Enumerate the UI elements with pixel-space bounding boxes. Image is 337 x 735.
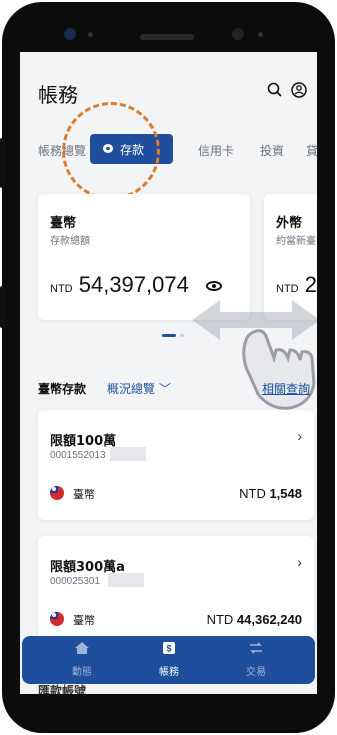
profile-icon[interactable] <box>290 81 308 99</box>
nav-transactions[interactable]: 交易 <box>226 642 286 678</box>
eye-icon[interactable] <box>206 281 222 291</box>
highlight-circle <box>62 102 160 200</box>
balance-currency: NTD <box>206 612 234 627</box>
chevron-down-icon: ﹀ <box>158 382 171 396</box>
tab-investment[interactable]: 投資 <box>260 142 284 159</box>
account-card[interactable]: 限額300萬a 000025301 › 臺幣 NTD 44,362,240 <box>38 536 314 646</box>
currency-label: NTD <box>276 283 299 295</box>
overview-filter-dropdown[interactable]: 概況總覽 ﹀ <box>107 380 171 397</box>
total-amount: NTD 54,397,074 <box>50 272 189 298</box>
app-screen: 帳務 帳務總覽 信用卡 投資 貸 存款 臺幣 存款總額 NTD 54,397,0… <box>20 52 317 694</box>
volume-button <box>0 138 5 188</box>
swipe-gesture-icon <box>192 300 317 410</box>
currency-type: 臺幣 <box>73 614 95 627</box>
nav-activity[interactable]: 動態 <box>52 642 112 678</box>
proximity-sensor-icon <box>258 32 263 37</box>
transfer-icon <box>250 642 262 654</box>
front-camera-icon <box>232 28 244 40</box>
dollar-icon: $ <box>163 642 175 654</box>
card-title: 臺幣 <box>50 216 77 231</box>
account-balance: NTD 44,362,240 <box>207 612 302 627</box>
speaker-grille <box>140 34 194 40</box>
camera-icon <box>64 28 76 40</box>
camera-bar <box>12 6 325 58</box>
account-name: 限額100萬 <box>50 434 117 449</box>
phone-chin <box>20 694 317 724</box>
filter-label: 概況總覽 <box>107 382 156 396</box>
phone-frame: 帳務 帳務總覽 信用卡 投資 貸 存款 臺幣 存款總額 NTD 54,397,0… <box>0 0 337 735</box>
account-number: 0001552013 <box>50 450 106 461</box>
svg-text:$: $ <box>166 644 171 654</box>
masked-digits <box>110 447 146 461</box>
nav-label: 動態 <box>72 667 92 678</box>
total-amount: NTD 284 <box>276 272 317 298</box>
tab-credit-card[interactable]: 信用卡 <box>198 142 234 159</box>
nav-accounts[interactable]: $ 帳務 <box>139 642 199 678</box>
chevron-right-icon[interactable]: › <box>297 554 302 570</box>
search-icon[interactable] <box>266 81 284 99</box>
account-balance: NTD 1,548 <box>239 486 302 501</box>
related-query-link[interactable]: 相關查詢 <box>262 380 310 397</box>
nav-label: 交易 <box>246 667 266 678</box>
masked-digits <box>108 573 144 587</box>
chevron-right-icon[interactable]: › <box>297 428 302 444</box>
currency-type: 臺幣 <box>73 488 95 501</box>
card-title: 外幣 <box>276 216 303 231</box>
balance-currency: NTD <box>239 486 266 501</box>
sensor-icon <box>88 32 93 37</box>
page-header: 帳務 帳務總覽 信用卡 投資 貸 <box>20 52 317 192</box>
amount-value: 54,397,074 <box>78 272 189 297</box>
carousel-dot <box>180 334 184 337</box>
card-subtitle: 約當新臺幣總 <box>276 236 317 247</box>
power-button <box>0 286 5 328</box>
tab-loan[interactable]: 貸 <box>306 142 317 159</box>
page-title: 帳務 <box>38 83 78 107</box>
home-icon <box>75 642 89 654</box>
nav-label: 帳務 <box>159 667 179 678</box>
carousel-dot-active <box>162 334 176 337</box>
card-subtitle: 存款總額 <box>50 236 90 247</box>
section-title: 臺幣存款 <box>38 382 87 396</box>
account-card[interactable]: 限額100萬 0001552013 › 臺幣 NTD 1,548 <box>38 410 314 520</box>
balance-value: 44,362,240 <box>236 612 302 627</box>
balance-value: 1,548 <box>269 486 302 501</box>
currency-label: NTD <box>50 283 73 295</box>
account-number: 000025301 <box>50 576 101 587</box>
taiwan-flag-icon <box>50 612 64 626</box>
amount-value: 284 <box>304 272 317 297</box>
taiwan-flag-icon <box>50 486 64 500</box>
bottom-nav: 動態 $ 帳務 交易 <box>22 636 315 684</box>
